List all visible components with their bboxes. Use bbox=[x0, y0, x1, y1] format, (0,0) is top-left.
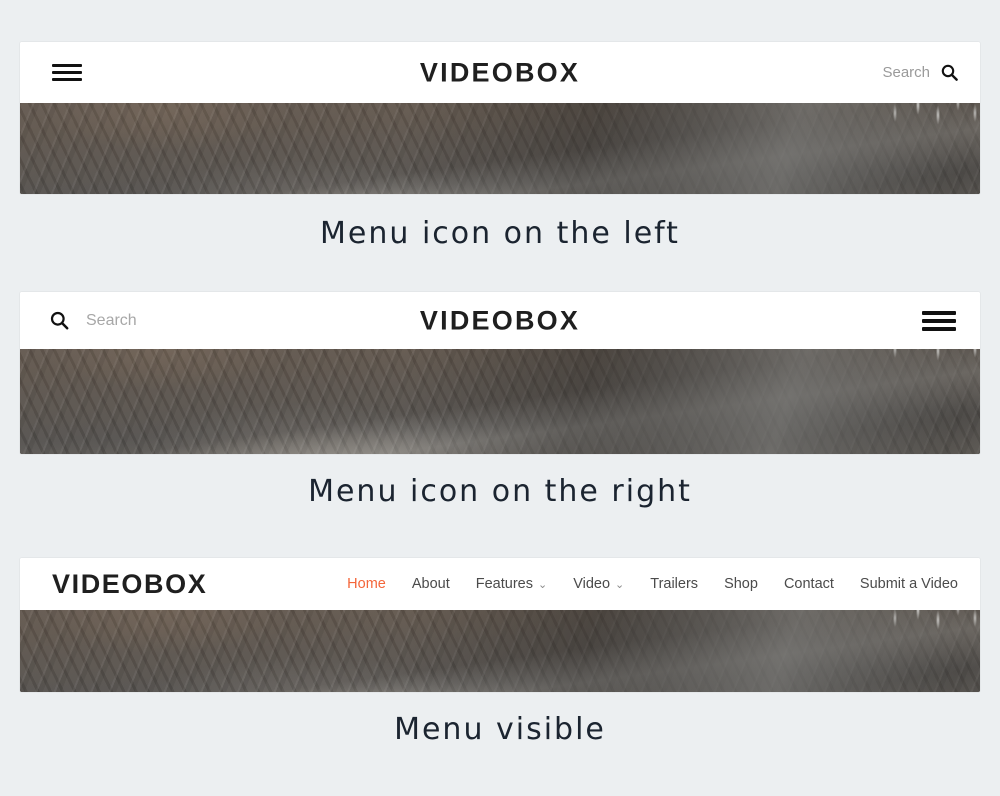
hamburger-bar bbox=[52, 71, 82, 74]
nav-item-label: Home bbox=[347, 576, 386, 592]
nav-item-submit-a-video[interactable]: Submit a Video bbox=[860, 576, 958, 592]
hero-landscape-photo bbox=[20, 610, 980, 692]
hamburger-icon[interactable] bbox=[922, 310, 956, 331]
search-input[interactable]: Search bbox=[86, 312, 137, 330]
site-header: Search VIDEOBOX bbox=[20, 292, 980, 349]
hero-image bbox=[20, 103, 980, 194]
nav-item-contact[interactable]: Contact bbox=[784, 576, 834, 592]
site-header: VIDEOBOX Search bbox=[20, 42, 980, 103]
hamburger-bar bbox=[922, 326, 956, 331]
nav-item-trailers[interactable]: Trailers bbox=[650, 576, 698, 592]
hamburger-icon[interactable] bbox=[52, 64, 82, 81]
header-preview-panel: Search VIDEOBOX bbox=[20, 292, 980, 454]
search-toggle[interactable]: Search bbox=[882, 64, 958, 81]
header-variant-menu-right: Search VIDEOBOX bbox=[20, 292, 980, 454]
caption-menu-right: Menu icon on the right bbox=[308, 474, 692, 509]
hamburger-bar bbox=[52, 64, 82, 67]
main-navigation: Home About Features ⌄ Video ⌄ Trailers S… bbox=[347, 576, 958, 592]
hamburger-bar bbox=[52, 78, 82, 81]
nav-item-label: Features bbox=[475, 576, 533, 592]
hero-landscape-photo bbox=[20, 103, 980, 194]
nav-item-home[interactable]: Home bbox=[347, 576, 386, 592]
hero-image bbox=[20, 349, 980, 454]
hero-image bbox=[20, 610, 980, 692]
site-logo[interactable]: VIDEOBOX bbox=[420, 305, 580, 336]
header-variant-menu-visible: VIDEOBOX Home About Features ⌄ Video ⌄ T… bbox=[20, 558, 980, 692]
search-icon bbox=[941, 64, 958, 81]
hamburger-bar bbox=[922, 310, 956, 315]
search-icon[interactable] bbox=[50, 311, 69, 330]
caption-menu-visible: Menu visible bbox=[394, 712, 606, 747]
page-root: VIDEOBOX Search Menu icon on the left Se… bbox=[0, 0, 1000, 796]
nav-item-label: Submit a Video bbox=[859, 576, 958, 592]
nav-item-label: Trailers bbox=[650, 576, 699, 592]
header-preview-panel: VIDEOBOX Home About Features ⌄ Video ⌄ T… bbox=[20, 558, 980, 692]
site-logo[interactable]: VIDEOBOX bbox=[52, 569, 207, 600]
nav-item-label: Shop bbox=[724, 576, 758, 592]
search-field[interactable]: Search bbox=[50, 311, 137, 330]
hamburger-bar bbox=[922, 318, 956, 323]
nav-item-features[interactable]: Features ⌄ bbox=[476, 576, 547, 592]
nav-item-shop[interactable]: Shop bbox=[724, 576, 758, 592]
site-header: VIDEOBOX Home About Features ⌄ Video ⌄ T… bbox=[20, 558, 980, 610]
nav-item-video[interactable]: Video ⌄ bbox=[573, 576, 624, 592]
hero-landscape-photo bbox=[20, 349, 980, 454]
nav-item-label: Contact bbox=[783, 576, 834, 592]
nav-item-label: About bbox=[411, 576, 450, 592]
site-logo[interactable]: VIDEOBOX bbox=[420, 57, 580, 88]
nav-item-label: Video bbox=[573, 576, 611, 592]
caption-menu-left: Menu icon on the left bbox=[320, 216, 680, 251]
header-variant-menu-left: VIDEOBOX Search bbox=[20, 42, 980, 194]
nav-item-about[interactable]: About bbox=[412, 576, 450, 592]
search-label: Search bbox=[882, 64, 930, 81]
chevron-down-icon: ⌄ bbox=[537, 578, 548, 591]
header-preview-panel: VIDEOBOX Search bbox=[20, 42, 980, 194]
chevron-down-icon: ⌄ bbox=[615, 578, 625, 591]
